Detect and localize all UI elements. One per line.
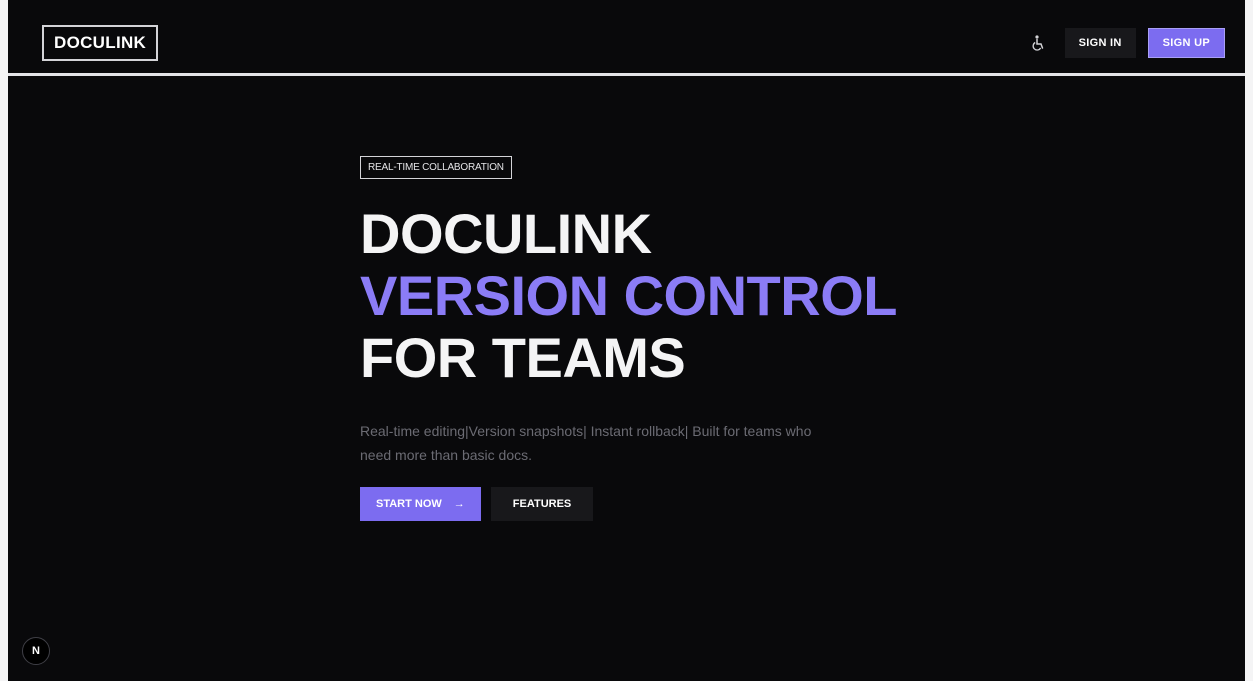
- landing-page: DOCULINK SIGN IN SIGN UP REAL-TIME COLLA…: [0, 0, 1253, 681]
- hero-description: Real-time editing|Version snapshots| Ins…: [360, 423, 812, 463]
- headline-line-1: DOCULINK: [360, 202, 652, 265]
- top-navbar: DOCULINK SIGN IN SIGN UP: [8, 0, 1245, 76]
- hero-section: REAL-TIME COLLABORATION DOCULINK VERSION…: [360, 156, 980, 521]
- hero-headline: DOCULINK VERSION CONTROL FOR TEAMS: [360, 203, 980, 389]
- arrow-right-icon: →: [453, 498, 465, 510]
- sign-in-button[interactable]: SIGN IN: [1064, 28, 1136, 58]
- start-now-label: START NOW: [376, 498, 442, 510]
- brand-logo[interactable]: DOCULINK: [42, 25, 159, 61]
- dev-tools-badge[interactable]: N: [22, 637, 50, 665]
- start-now-button[interactable]: START NOW →: [360, 487, 481, 521]
- sign-up-button[interactable]: SIGN UP: [1147, 28, 1225, 58]
- nav-actions: SIGN IN SIGN UP: [1025, 28, 1225, 58]
- cta-buttons: START NOW → FEATURES: [360, 487, 980, 521]
- features-button[interactable]: FEATURES: [490, 487, 594, 521]
- headline-line-2: VERSION CONTROL: [360, 264, 897, 327]
- accessibility-icon[interactable]: [1025, 28, 1053, 58]
- headline-line-3: FOR TEAMS: [360, 326, 686, 389]
- accessibility-icon-svg: [1032, 35, 1043, 51]
- feature-badge: REAL-TIME COLLABORATION: [360, 156, 512, 179]
